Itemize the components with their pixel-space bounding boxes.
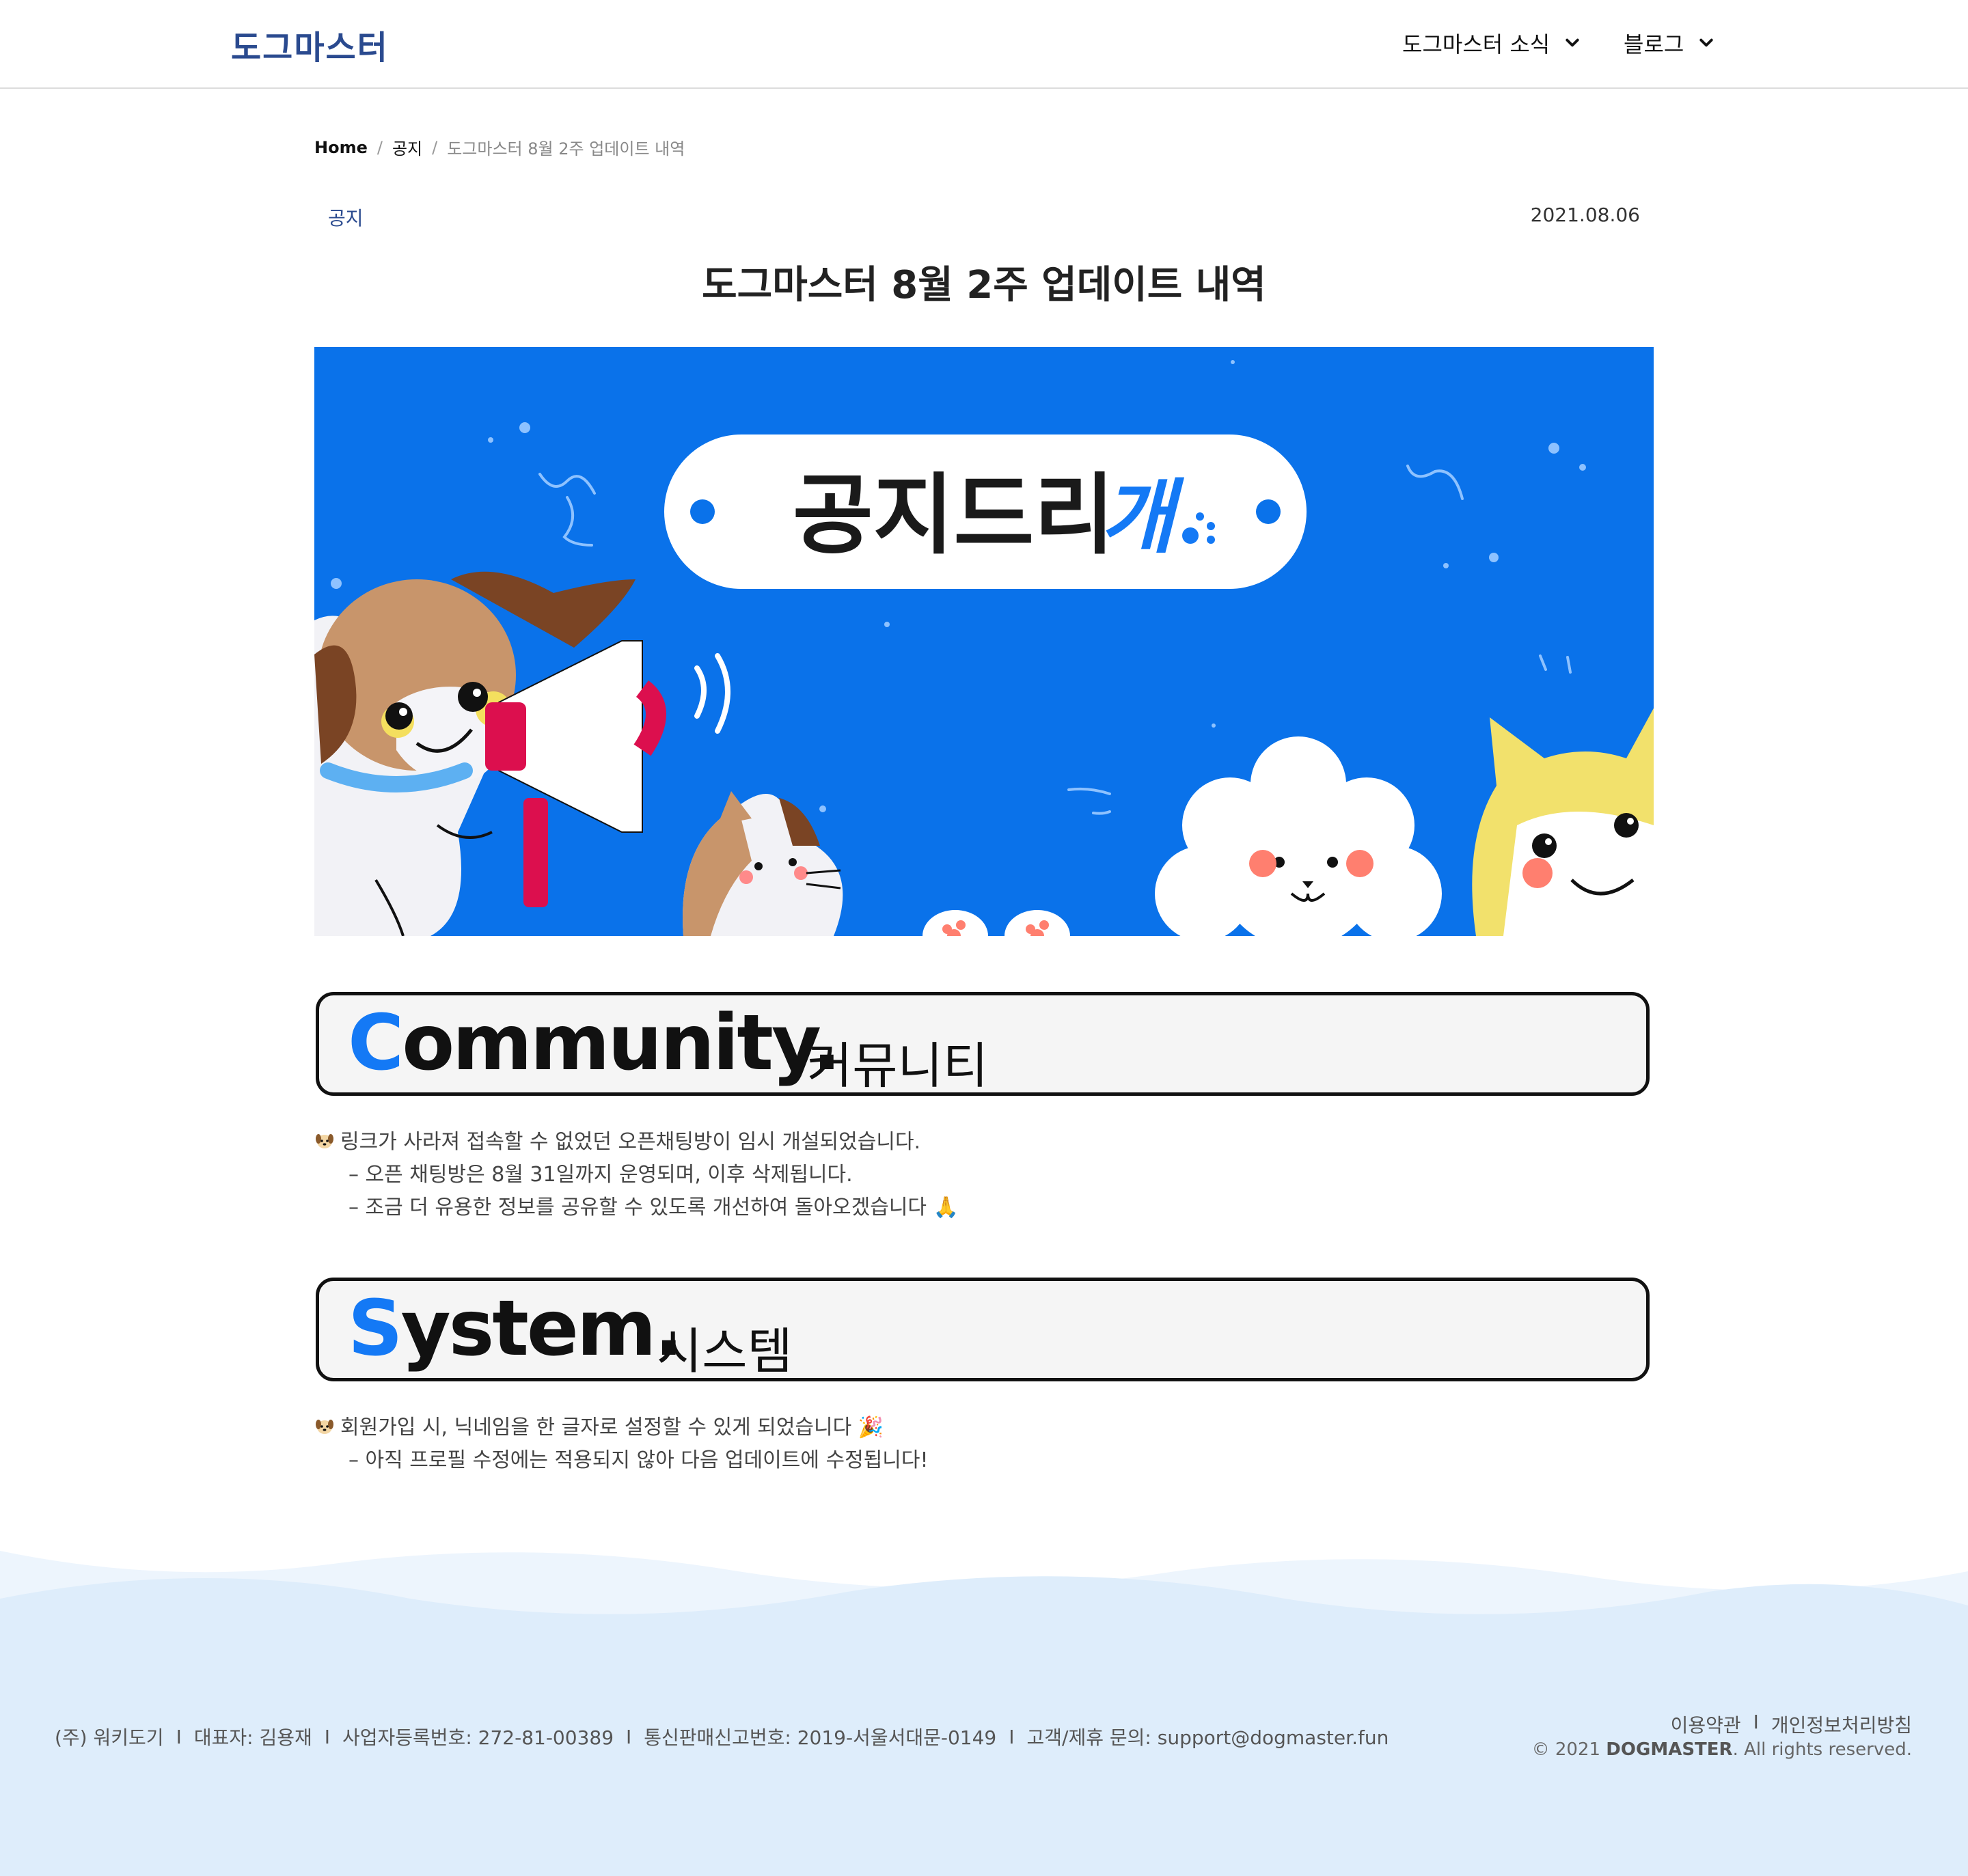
- poodle-illustration: [1155, 736, 1442, 936]
- list-item: – 아직 프로필 수정에는 적용되지 않아 다음 업데이트에 수정됩니다!: [348, 1448, 929, 1472]
- section-header-community: Community. 커뮤니티: [316, 992, 1650, 1096]
- post-category[interactable]: 공지: [328, 204, 364, 231]
- breadcrumb-home[interactable]: Home: [314, 138, 368, 157]
- breadcrumb-category[interactable]: 공지: [392, 135, 422, 159]
- nav-blog[interactable]: 블로그: [1624, 27, 1714, 59]
- list-item: 링크가 사라져 접속할 수 없었던 오픈채팅방이 임시 개설되었습니다.: [314, 1126, 959, 1159]
- dog-emoji-icon: [316, 1420, 333, 1434]
- footer-separator: I: [626, 1725, 632, 1748]
- contact-email[interactable]: 고객/제휴 문의: support@dogmaster.fun: [1027, 1723, 1389, 1750]
- dog-megaphone-illustration: [314, 571, 730, 936]
- breadcrumb-separator: /: [377, 137, 383, 157]
- banner-title: 공지드리 개: [793, 465, 1215, 566]
- site-logo[interactable]: 도그마스터: [231, 20, 389, 68]
- shiba-illustration: [1472, 708, 1654, 936]
- copyright: © 2021 DOGMASTER. All rights reserved.: [1531, 1739, 1912, 1760]
- site-header: 도그마스터 도그마스터 소식 블로그: [0, 0, 1968, 89]
- post-date: 2021.08.06: [1530, 204, 1640, 226]
- nav-dogmaster-news[interactable]: 도그마스터 소식: [1402, 27, 1580, 59]
- section-body-system: 회원가입 시, 닉네임을 한 글자로 설정할 수 있게 되었습니다 🎉 – 아직…: [314, 1411, 929, 1477]
- notice-banner-image: 공지드리 개: [314, 347, 1654, 936]
- section-body-community: 링크가 사라져 접속할 수 없었던 오픈채팅방이 임시 개설되었습니다. – 오…: [314, 1126, 959, 1224]
- mail-order-number: 통신판매신고번호: 2019-서울서대문-0149: [644, 1726, 997, 1749]
- business-number: 사업자등록번호: 272-81-00389: [342, 1726, 614, 1749]
- list-item: – 오픈 채팅방은 8월 31일까지 운영되며, 이후 삭제됩니다.: [348, 1163, 853, 1187]
- dog-emoji-icon: [316, 1134, 333, 1148]
- footer-separator: I: [1009, 1725, 1015, 1748]
- list-item: 회원가입 시, 닉네임을 한 글자로 설정할 수 있게 되었습니다 🎉: [314, 1411, 929, 1444]
- privacy-policy-link[interactable]: 개인정보처리방침: [1771, 1711, 1912, 1738]
- section-heading-en: Community.: [348, 999, 841, 1088]
- breadcrumb-current: 도그마스터 8월 2주 업데이트 내역: [447, 139, 685, 158]
- footer-links: 이용약관 I 개인정보처리방침: [1671, 1711, 1912, 1738]
- site-footer: (주) 워키도기 I 대표자: 김용재 I 사업자등록번호: 272-81-00…: [0, 1640, 1968, 1876]
- post-title: 도그마스터 8월 2주 업데이트 내역: [702, 263, 1266, 307]
- banner-title-accent: 개: [1100, 470, 1185, 564]
- section-heading-ko: 커뮤니티: [807, 1037, 988, 1094]
- chevron-down-icon: [1566, 38, 1579, 47]
- breadcrumb-separator: /: [432, 137, 438, 157]
- footer-separator: I: [1753, 1711, 1759, 1733]
- terms-link[interactable]: 이용약관: [1671, 1711, 1741, 1738]
- section-heading-en: System.: [348, 1284, 683, 1373]
- footer-wave-decoration: [0, 1551, 1968, 1646]
- list-item: – 조금 더 유용한 정보를 공유할 수 있도록 개선하여 돌아오겠습니다 🙏: [348, 1196, 959, 1219]
- cat-illustration: [683, 791, 843, 936]
- company-ceo: 대표자: 김용재: [193, 1726, 312, 1749]
- company-name: (주) 워키도기: [55, 1726, 164, 1749]
- company-info: (주) 워키도기 I 대표자: 김용재 I 사업자등록번호: 272-81-00…: [55, 1723, 1389, 1750]
- footer-separator: I: [324, 1725, 330, 1748]
- nav-dogmaster-news-label: 도그마스터 소식: [1402, 31, 1550, 57]
- footer-separator: I: [176, 1725, 182, 1748]
- banner-title-main: 공지드리: [793, 465, 1115, 566]
- chevron-down-icon: [1699, 38, 1713, 47]
- nav-blog-label: 블로그: [1624, 31, 1684, 57]
- section-header-system: System. 시스템: [316, 1278, 1650, 1381]
- breadcrumb: Home / 공지 / 도그마스터 8월 2주 업데이트 내역: [314, 135, 685, 159]
- section-heading-ko: 시스템: [657, 1323, 793, 1380]
